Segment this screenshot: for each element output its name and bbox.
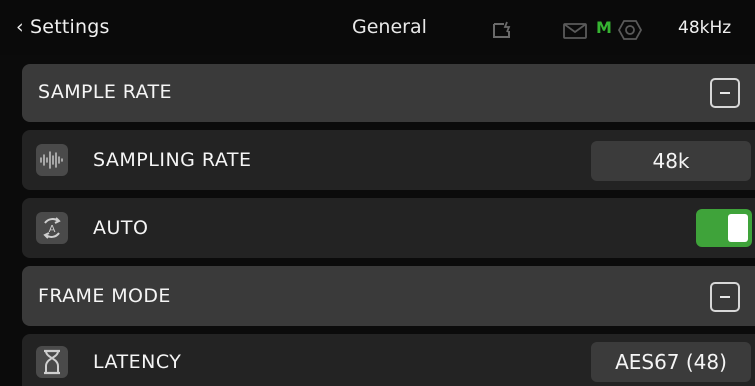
top-bar: ‹ Settings General M 48kHz <box>0 0 755 55</box>
page-title: General <box>352 16 427 38</box>
row-sampling-rate[interactable]: SAMPLING RATE 48k <box>22 130 755 190</box>
sampling-rate-label: SAMPLING RATE <box>93 149 252 171</box>
mail-icon <box>563 23 587 43</box>
section-title: FRAME MODE <box>38 285 171 307</box>
monitor-status: M <box>596 18 612 37</box>
camera-icon <box>617 19 643 45</box>
section-frame-mode: FRAME MODE <box>22 266 755 326</box>
sample-rate-indicator: 48kHz <box>678 18 732 38</box>
collapse-button[interactable] <box>710 78 740 108</box>
section-title: SAMPLE RATE <box>38 81 172 103</box>
auto-toggle[interactable] <box>696 209 752 247</box>
latency-selector[interactable]: AES67 (48) <box>591 342 751 382</box>
latency-label: LATENCY <box>93 351 182 373</box>
row-auto[interactable]: A AUTO <box>22 198 755 258</box>
back-to-settings-link[interactable]: ‹ Settings <box>16 16 110 38</box>
row-latency[interactable]: LATENCY AES67 (48) <box>22 334 755 386</box>
sd-card-icon <box>492 21 514 43</box>
hourglass-icon <box>36 346 68 378</box>
collapse-button[interactable] <box>710 282 740 312</box>
sampling-rate-selector[interactable]: 48k <box>591 141 751 181</box>
section-sample-rate: SAMPLE RATE <box>22 64 755 122</box>
toggle-knob <box>728 214 748 242</box>
auto-label: AUTO <box>93 217 149 239</box>
auto-sync-icon: A <box>36 212 68 244</box>
waveform-icon <box>36 144 68 176</box>
svg-text:A: A <box>49 224 56 235</box>
